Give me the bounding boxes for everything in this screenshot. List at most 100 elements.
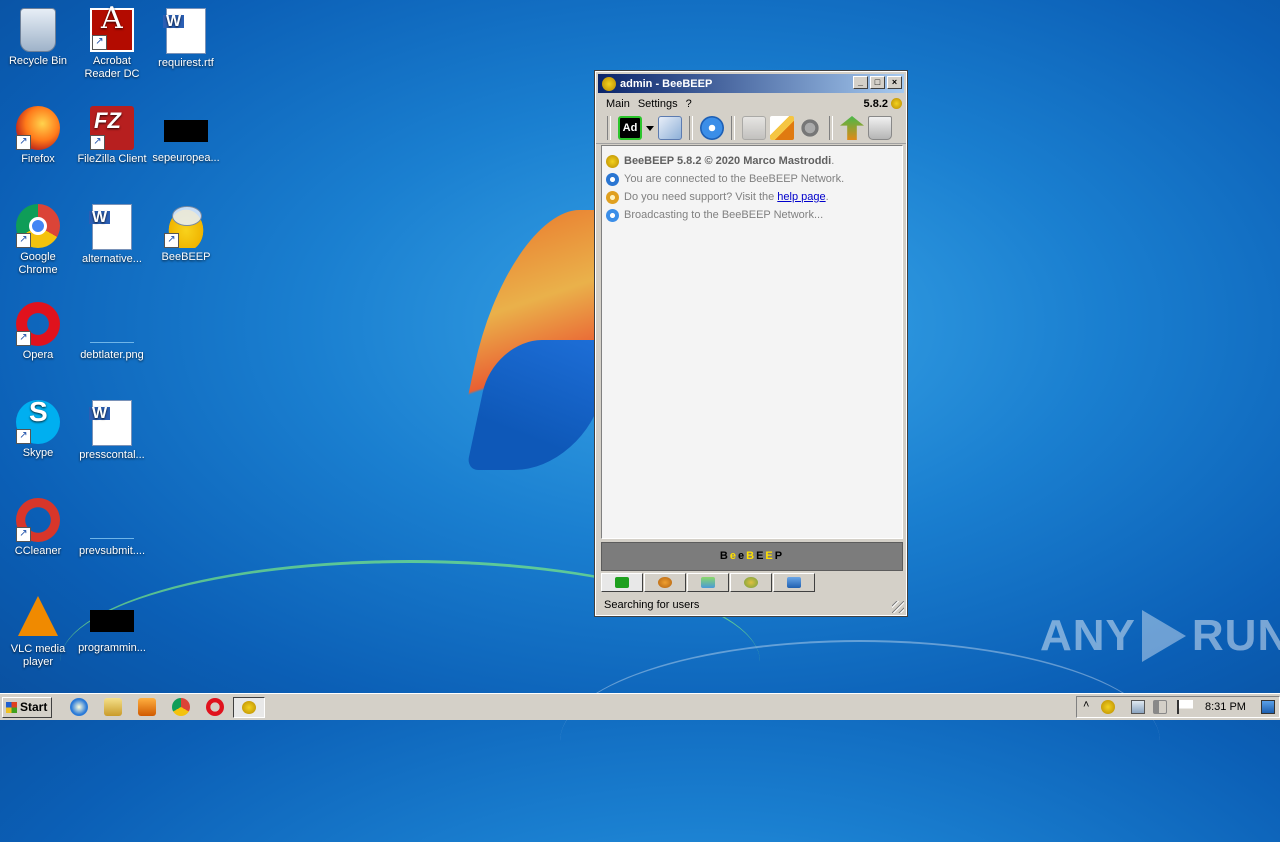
- desktop-icon-beebeep[interactable]: ↗ BeeBEEP: [148, 204, 224, 264]
- delete-button[interactable]: [868, 116, 892, 140]
- desktop-icon-programmin[interactable]: programmin...: [74, 596, 150, 655]
- taskbar-clock[interactable]: 8:31 PM: [1205, 701, 1246, 713]
- tray-action-center-flag-icon[interactable]: [1177, 700, 1193, 714]
- tray-volume-icon[interactable]: [1153, 700, 1167, 714]
- file-explorer-icon[interactable]: [104, 698, 122, 716]
- desktop-icon-label: BeeBEEP: [161, 251, 211, 263]
- close-button[interactable]: ×: [887, 76, 902, 89]
- desktop-icon-debtlater[interactable]: debtlater.png: [74, 302, 150, 362]
- chat-panel[interactable]: BeeBEEP 5.8.2 © 2020 Marco Mastroddi. Yo…: [601, 145, 903, 539]
- desktop-icon-skype[interactable]: ↗ Skype: [0, 400, 76, 460]
- menu-help[interactable]: ?: [682, 98, 696, 110]
- maximize-button[interactable]: □: [870, 76, 885, 89]
- acrobat-reader-icon: ↗: [90, 8, 134, 52]
- beebeep-window[interactable]: admin - BeeBEEP _ □ × Main Settings ? 5.…: [594, 70, 908, 617]
- bottom-tabs: [601, 573, 815, 592]
- bee-icon: [606, 154, 619, 168]
- desktop-icon-acrobat[interactable]: ↗ Acrobat Reader DC: [74, 8, 150, 81]
- desktop-icon-recycle-bin[interactable]: Recycle Bin: [0, 8, 76, 68]
- firefox-icon: ↗: [16, 106, 60, 150]
- toolbar-separator: [731, 116, 735, 140]
- groups-icon: [744, 577, 758, 588]
- status-dropdown-arrow-icon[interactable]: [646, 125, 654, 131]
- black-file-icon: [90, 610, 134, 632]
- network-button[interactable]: [700, 116, 724, 140]
- word-document-icon: [89, 204, 132, 250]
- taskbar-beebeep-button[interactable]: [233, 697, 265, 718]
- desktop-icon-firefox[interactable]: ↗ Firefox: [0, 106, 76, 166]
- tab-chats[interactable]: [687, 573, 729, 592]
- clear-chat-button[interactable]: [742, 116, 766, 140]
- menu-bar: Main Settings ? 5.8.2: [596, 95, 906, 113]
- window-titlebar[interactable]: admin - BeeBEEP _ □ ×: [598, 74, 904, 93]
- desktop-icon-filezilla[interactable]: ↗ FileZilla Client: [74, 106, 150, 166]
- media-player-icon[interactable]: [138, 698, 156, 716]
- help-page-link[interactable]: help page: [777, 191, 825, 203]
- message-text: .: [825, 191, 829, 203]
- black-file-icon: [164, 120, 208, 142]
- tab-chat[interactable]: [601, 573, 643, 592]
- desktop-icon-label: Opera: [22, 349, 54, 361]
- shortcut-arrow-icon: ↗: [16, 527, 31, 542]
- tab-groups[interactable]: [730, 573, 772, 592]
- toolbar-separator: [689, 116, 693, 140]
- desktop-icon-requirest[interactable]: requirest.rtf: [148, 8, 224, 70]
- resize-grip[interactable]: [892, 601, 904, 613]
- chrome-taskbar-icon[interactable]: [172, 698, 190, 716]
- desktop-icon-label: programmin...: [78, 642, 146, 654]
- menu-settings[interactable]: Settings: [634, 98, 682, 110]
- chats-icon: [701, 577, 715, 588]
- start-label: Start: [20, 700, 48, 714]
- chrome-icon: ↗: [16, 204, 60, 248]
- write-message-button[interactable]: [770, 116, 794, 140]
- tray-network-icon[interactable]: [1131, 700, 1145, 714]
- word-document-icon: [89, 400, 132, 446]
- minimize-button[interactable]: _: [853, 76, 868, 89]
- desktop-icon-prevsubmit[interactable]: prevsubmit....: [74, 498, 150, 558]
- status-away-button[interactable]: Ad: [618, 116, 642, 140]
- desktop-icon-label: alternative...: [82, 253, 142, 265]
- ccleaner-icon: ↗: [16, 498, 60, 542]
- brand-bar: BeeBEEP: [601, 542, 903, 571]
- filezilla-icon: ↗: [90, 106, 134, 150]
- desktop-icon-label: CCleaner: [14, 545, 62, 557]
- edit-profile-button[interactable]: [658, 116, 682, 140]
- show-desktop-icon[interactable]: [1261, 700, 1275, 714]
- desktop-icon-ccleaner[interactable]: ↗ CCleaner: [0, 498, 76, 558]
- tray-expand-icon[interactable]: ˄: [1083, 699, 1097, 713]
- tray-beebeep-icon[interactable]: [1101, 700, 1115, 714]
- skype-icon: ↗: [16, 400, 60, 444]
- toolbar-separator: [829, 116, 833, 140]
- desktop-icon-label: Google Chrome: [18, 251, 58, 276]
- tab-users[interactable]: [644, 573, 686, 592]
- chat-message: Broadcasting to the BeeBEEP Network...: [606, 206, 898, 224]
- desktop-icon-alternative[interactable]: alternative...: [74, 204, 150, 266]
- update-button[interactable]: [840, 116, 864, 140]
- shortcut-arrow-icon: ↗: [164, 233, 179, 248]
- brand-letter: E: [765, 550, 775, 562]
- brand-letter: P: [774, 550, 785, 562]
- desktop-icon-presscontal[interactable]: presscontal...: [74, 400, 150, 462]
- wallpaper-white-arc: [560, 640, 1160, 842]
- internet-explorer-icon[interactable]: [70, 698, 88, 716]
- desktop-icon-vlc[interactable]: VLC media player: [0, 596, 76, 669]
- file-share-icon: [787, 577, 801, 588]
- chat-message: BeeBEEP 5.8.2 © 2020 Marco Mastroddi.: [606, 152, 898, 170]
- desktop-icon-sepeuropea[interactable]: sepeuropea...: [148, 106, 224, 165]
- tools-button[interactable]: [798, 116, 822, 140]
- system-tray: ˄ 8:31 PM: [1076, 696, 1280, 718]
- toolbar: Ad: [596, 113, 906, 144]
- opera-taskbar-icon[interactable]: [206, 698, 224, 716]
- brand-letter: e: [737, 550, 747, 562]
- tab-share[interactable]: [773, 573, 815, 592]
- desktop-icon-chrome[interactable]: ↗ Google Chrome: [0, 204, 76, 277]
- taskbar: Start ˄ 8:31 PM: [0, 693, 1280, 720]
- watermark-text-left: ANY: [1040, 611, 1136, 660]
- start-button[interactable]: Start: [2, 697, 52, 718]
- desktop-icon-opera[interactable]: ↗ Opera: [0, 302, 76, 362]
- anyrun-watermark: ANY RUN: [1040, 610, 1280, 662]
- desktop-icon-label: FileZilla Client: [77, 153, 147, 165]
- beebeep-icon: ↗: [164, 204, 208, 248]
- menu-main[interactable]: Main: [602, 98, 634, 110]
- desktop-icon-label: Recycle Bin: [8, 55, 68, 67]
